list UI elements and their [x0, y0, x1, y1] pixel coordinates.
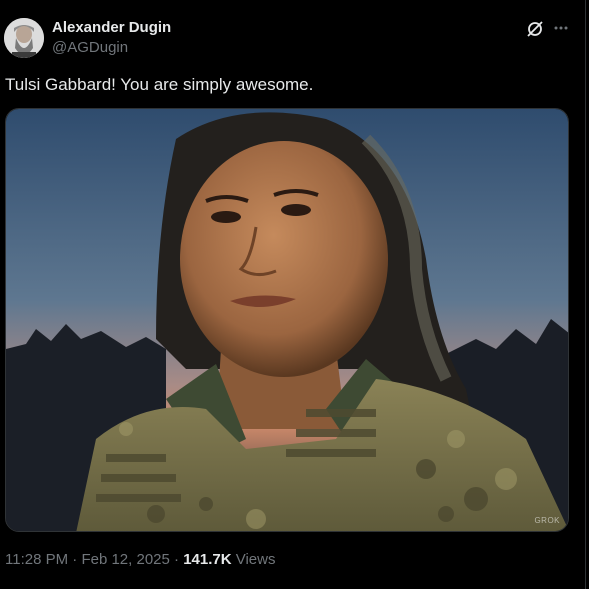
views-count[interactable]: 141.7K	[183, 551, 231, 568]
author-display-name[interactable]: Alexander Dugin	[52, 19, 171, 36]
meta-separator: ·	[174, 551, 180, 568]
author-handle[interactable]: @AGDugin	[52, 39, 128, 56]
timeline-divider	[585, 0, 586, 589]
media-watermark: GROK	[534, 516, 560, 525]
more-icon[interactable]	[553, 20, 569, 36]
tweet-media-image[interactable]: GROK	[5, 108, 569, 532]
views-label: Views	[235, 551, 276, 568]
tweet-text: Tulsi Gabbard! You are simply awesome.	[5, 75, 314, 94]
tweet-meta: 11:28 PM · Feb 12, 2025 · 141.7K Views	[5, 551, 275, 568]
meta-separator: ·	[72, 551, 78, 568]
avatar[interactable]	[4, 18, 44, 58]
tweet-date[interactable]: Feb 12, 2025	[81, 551, 169, 568]
grok-icon[interactable]	[525, 19, 545, 39]
tweet-time[interactable]: 11:28 PM	[5, 551, 68, 568]
